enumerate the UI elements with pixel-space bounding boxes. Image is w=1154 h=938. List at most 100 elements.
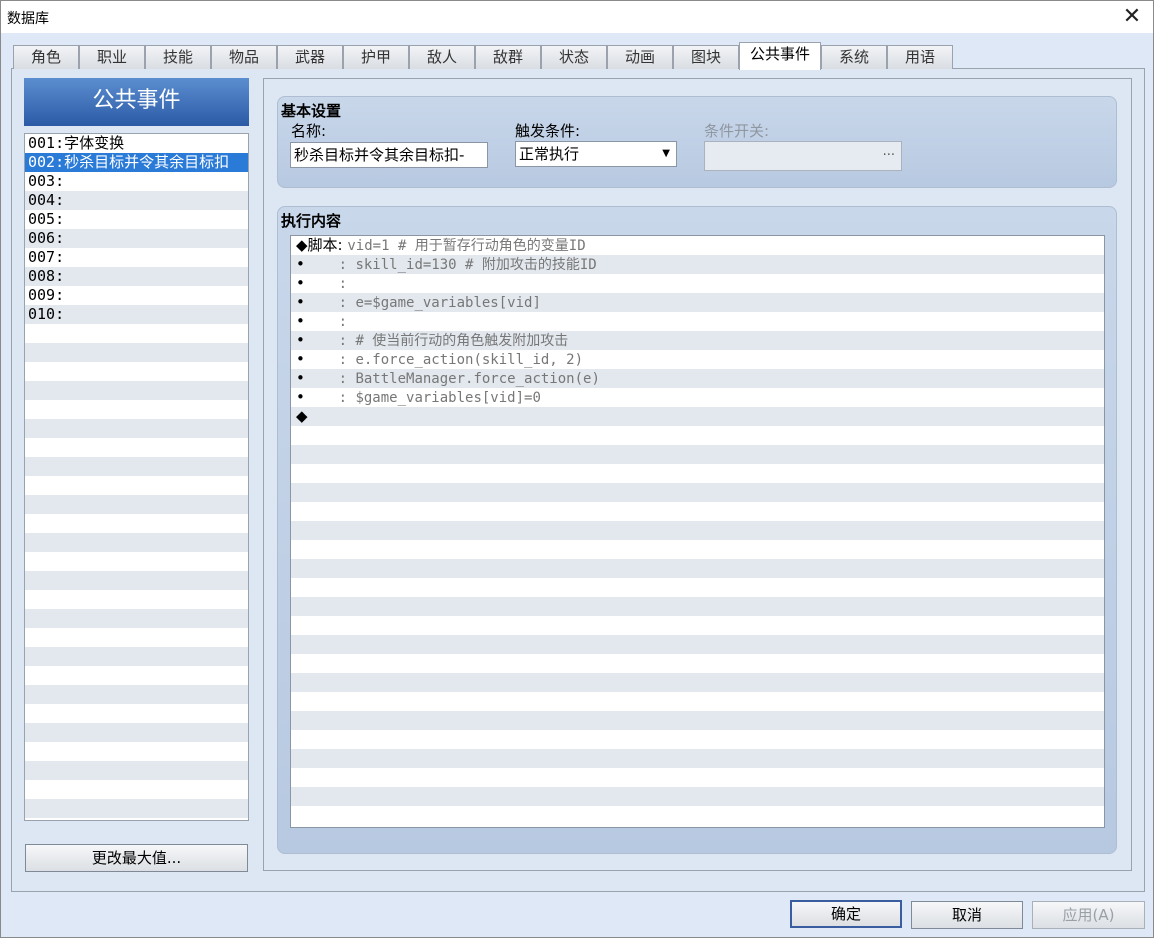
list-item[interactable]	[25, 799, 248, 818]
switch-label: 条件开关:	[704, 122, 770, 140]
tab-5[interactable]: 护甲	[343, 45, 409, 69]
command-line[interactable]	[291, 521, 1104, 540]
tab-7[interactable]: 敌群	[475, 45, 541, 69]
command-line[interactable]: • : skill_id=130 # 附加攻击的技能ID	[291, 255, 1104, 274]
list-item[interactable]	[25, 343, 248, 362]
command-line[interactable]	[291, 502, 1104, 521]
common-event-list[interactable]: 001:字体变换 002:秒杀目标并令其余目标扣 003: 004: 005: 006: 0…	[24, 133, 249, 821]
list-item[interactable]: 009:	[25, 286, 248, 305]
command-prefix: :	[304, 390, 356, 406]
event-command-list[interactable]: ◆脚本: vid=1 # 用于暂存行动角色的变量ID • : skill_id=1…	[290, 235, 1105, 828]
tab-3[interactable]: 物品	[211, 45, 277, 69]
list-item[interactable]	[25, 761, 248, 780]
command-line[interactable]	[291, 426, 1104, 445]
name-label: 名称:	[291, 122, 327, 140]
list-item[interactable]	[25, 419, 248, 438]
command-line[interactable]: • :	[291, 312, 1104, 331]
tab-9[interactable]: 动画	[607, 45, 673, 69]
list-item[interactable]: 010:	[25, 305, 248, 324]
command-code: e=$game_variables[vid]	[355, 295, 541, 311]
switch-field: ...	[704, 141, 902, 171]
list-item[interactable]: 004:	[25, 191, 248, 210]
trigger-value: 正常执行	[519, 145, 580, 163]
tab-0[interactable]: 角色	[13, 45, 79, 69]
tab-11[interactable]: 公共事件	[739, 42, 821, 70]
command-line[interactable]	[291, 464, 1104, 483]
list-item[interactable]: 007:	[25, 248, 248, 267]
command-line[interactable]: • : $game_variables[vid]=0	[291, 388, 1104, 407]
list-item[interactable]	[25, 590, 248, 609]
command-line[interactable]	[291, 654, 1104, 673]
command-line[interactable]	[291, 445, 1104, 464]
ok-button[interactable]: 确定	[790, 900, 902, 928]
command-line[interactable]: • : e=$game_variables[vid]	[291, 293, 1104, 312]
list-item[interactable]: 001:字体变换	[25, 134, 248, 153]
tab-8[interactable]: 状态	[541, 45, 607, 69]
list-item-id: 009:	[28, 286, 65, 304]
list-item[interactable]	[25, 324, 248, 343]
command-line[interactable]: • : e.force_action(skill_id, 2)	[291, 350, 1104, 369]
list-item[interactable]: 003:	[25, 172, 248, 191]
tab-10[interactable]: 图块	[673, 45, 739, 69]
command-marker: •	[296, 369, 305, 387]
tab-1[interactable]: 职业	[79, 45, 145, 69]
list-item[interactable]	[25, 704, 248, 723]
tab-12[interactable]: 系统	[821, 45, 887, 69]
close-icon[interactable]: ✕	[1117, 3, 1147, 31]
list-item[interactable]	[25, 495, 248, 514]
command-line[interactable]: ◆脚本: vid=1 # 用于暂存行动角色的变量ID	[291, 236, 1104, 255]
command-line[interactable]	[291, 787, 1104, 806]
list-item[interactable]	[25, 780, 248, 799]
command-marker: •	[296, 350, 305, 368]
tab-4[interactable]: 武器	[277, 45, 343, 69]
list-item[interactable]	[25, 552, 248, 571]
command-line[interactable]	[291, 616, 1104, 635]
command-line[interactable]	[291, 540, 1104, 559]
command-line[interactable]	[291, 730, 1104, 749]
list-item[interactable]	[25, 685, 248, 704]
tab-6[interactable]: 敌人	[409, 45, 475, 69]
list-item[interactable]	[25, 438, 248, 457]
command-line[interactable]: • : BattleManager.force_action(e)	[291, 369, 1104, 388]
list-item[interactable]	[25, 666, 248, 685]
list-item[interactable]	[25, 628, 248, 647]
command-line[interactable]: • : # 使当前行动的角色触发附加攻击	[291, 331, 1104, 350]
list-item[interactable]	[25, 647, 248, 666]
list-item[interactable]	[25, 571, 248, 590]
command-line[interactable]	[291, 711, 1104, 730]
command-line[interactable]	[291, 673, 1104, 692]
list-item[interactable]	[25, 381, 248, 400]
list-item[interactable]	[25, 723, 248, 742]
command-line[interactable]	[291, 749, 1104, 768]
tab-13[interactable]: 用语	[887, 45, 953, 69]
tab-2[interactable]: 技能	[145, 45, 211, 69]
list-item[interactable]	[25, 362, 248, 381]
list-item[interactable]	[25, 457, 248, 476]
list-item[interactable]	[25, 400, 248, 419]
list-item[interactable]: 006:	[25, 229, 248, 248]
list-item[interactable]	[25, 476, 248, 495]
command-prefix: :	[304, 333, 356, 349]
apply-button: 应用(A)	[1032, 901, 1145, 929]
name-input[interactable]: 秒杀目标并令其余目标扣-	[290, 142, 488, 168]
command-line[interactable]	[291, 559, 1104, 578]
command-line[interactable]: • :	[291, 274, 1104, 293]
command-line[interactable]	[291, 768, 1104, 787]
trigger-select[interactable]: 正常执行 ▼	[515, 141, 677, 167]
list-item[interactable]	[25, 742, 248, 761]
list-item[interactable]	[25, 609, 248, 628]
list-item[interactable]	[25, 533, 248, 552]
command-line[interactable]: ◆	[291, 407, 1104, 426]
list-item[interactable]	[25, 514, 248, 533]
cancel-button[interactable]: 取消	[911, 901, 1023, 929]
change-max-button[interactable]: 更改最大值...	[25, 844, 248, 872]
command-line[interactable]	[291, 597, 1104, 616]
command-line[interactable]	[291, 692, 1104, 711]
command-line[interactable]	[291, 483, 1104, 502]
list-item[interactable]: 005:	[25, 210, 248, 229]
list-item[interactable]: 008:	[25, 267, 248, 286]
command-line[interactable]	[291, 578, 1104, 597]
command-line[interactable]	[291, 806, 1104, 825]
command-line[interactable]	[291, 635, 1104, 654]
list-item[interactable]: 002:秒杀目标并令其余目标扣	[25, 153, 248, 172]
